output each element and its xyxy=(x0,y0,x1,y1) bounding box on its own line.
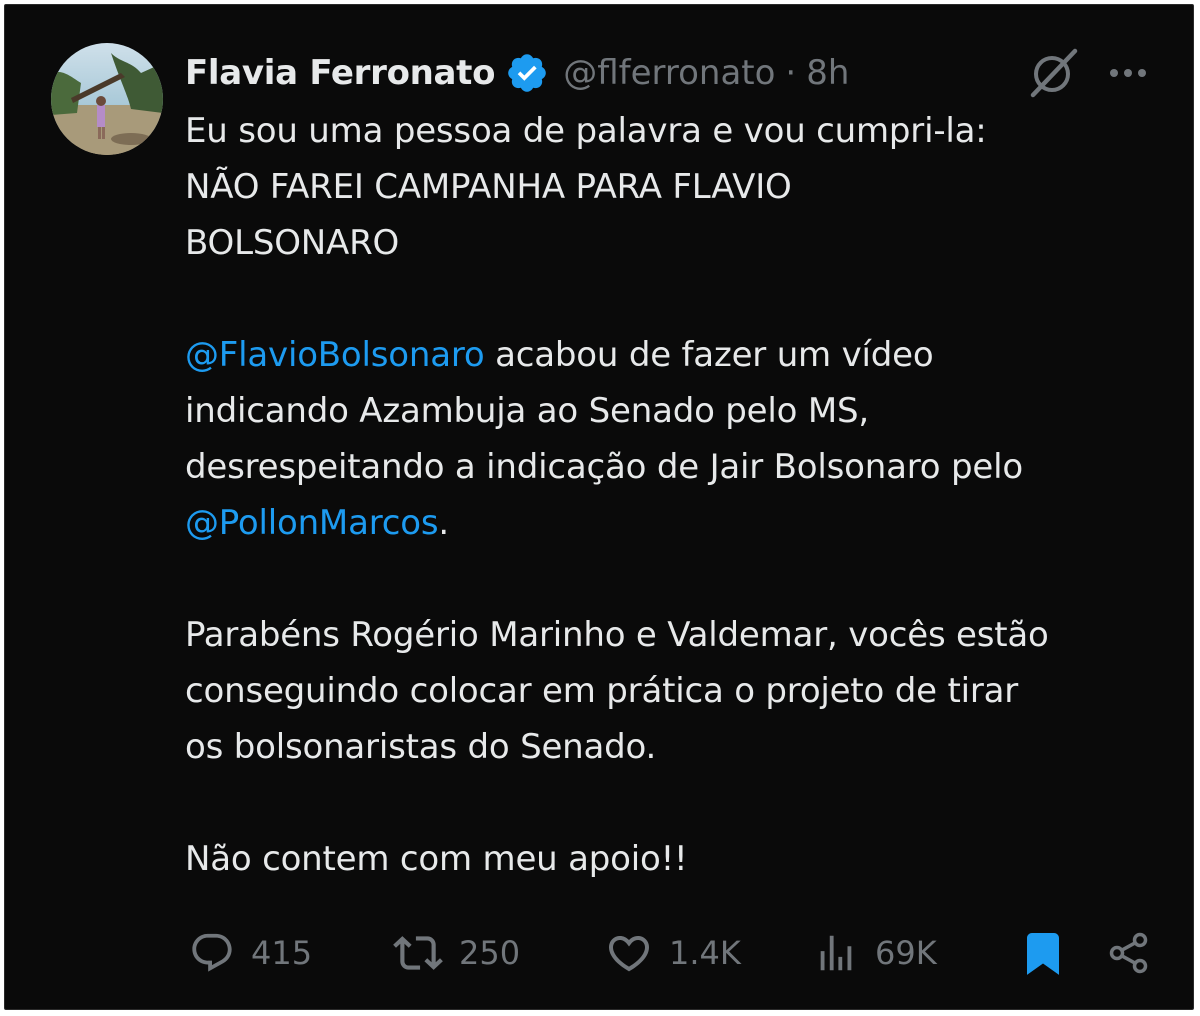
text-line: Parabéns Rogério Marinho e Valdemar, voc… xyxy=(185,615,1049,655)
more-icon[interactable] xyxy=(1105,53,1151,93)
text-line: Não contem com meu apoio!! xyxy=(185,839,688,879)
share-icon xyxy=(1105,929,1153,977)
text-line: indicando Azambuja ao Senado pelo MS, xyxy=(185,391,869,431)
action-bar: 415 250 1.4K 69K xyxy=(185,923,1155,983)
tweet-card: Flavia Ferronato @flferronato · 8h Eu so… xyxy=(4,4,1194,1010)
text-line: @FlavioBolsonaro acabou de fazer um víde… xyxy=(185,327,1170,383)
text-line: BOLSONARO xyxy=(185,223,400,263)
text-span: . xyxy=(438,503,449,543)
paragraph-1: Eu sou uma pessoa de palavra e vou cumpr… xyxy=(185,103,1170,271)
paragraph-4: Não contem com meu apoio!! xyxy=(185,831,1170,887)
grok-icon[interactable] xyxy=(1025,45,1081,101)
view-count: 69K xyxy=(875,934,937,972)
separator-dot: · xyxy=(785,53,797,93)
like-count: 1.4K xyxy=(669,934,741,972)
heart-icon xyxy=(605,929,653,977)
text-line: Eu sou uma pessoa de palavra e vou cumpr… xyxy=(185,111,987,151)
paragraph-2: @FlavioBolsonaro acabou de fazer um víde… xyxy=(185,327,1170,551)
paragraph-3: Parabéns Rogério Marinho e Valdemar, voc… xyxy=(185,607,1170,775)
mention-link[interactable]: @FlavioBolsonaro xyxy=(185,335,485,375)
timestamp[interactable]: 8h xyxy=(806,53,849,93)
tweet-header: Flavia Ferronato @flferronato · 8h xyxy=(185,43,849,103)
tweet-text: Eu sou uma pessoa de palavra e vou cumpr… xyxy=(185,103,1170,887)
text-line: os bolsonaristas do Senado. xyxy=(185,727,657,767)
views-button[interactable]: 69K xyxy=(813,923,937,983)
reply-count: 415 xyxy=(251,934,313,972)
reply-button[interactable]: 415 xyxy=(189,923,312,983)
verified-badge-icon xyxy=(505,51,549,95)
text-span: acabou de fazer um vídeo xyxy=(484,335,934,375)
repost-icon xyxy=(393,928,443,978)
repost-button[interactable]: 250 xyxy=(393,923,520,983)
text-line: desrespeitando a indicação de Jair Bolso… xyxy=(185,447,1023,487)
text-line: @PollonMarcos. xyxy=(185,495,1170,551)
repost-count: 250 xyxy=(459,934,521,972)
author-handle[interactable]: @flferronato xyxy=(563,53,775,93)
views-icon xyxy=(813,930,859,976)
author-name[interactable]: Flavia Ferronato xyxy=(185,53,495,93)
like-button[interactable]: 1.4K xyxy=(605,923,741,983)
bookmark-button[interactable] xyxy=(1019,923,1067,983)
reply-icon xyxy=(189,930,235,976)
mention-link[interactable]: @PollonMarcos xyxy=(185,503,439,543)
text-line: conseguindo colocar em prática o projeto… xyxy=(185,671,1019,711)
avatar[interactable] xyxy=(51,43,163,155)
share-button[interactable] xyxy=(1105,923,1153,983)
text-line: NÃO FAREI CAMPANHA PARA FLAVIO xyxy=(185,167,792,207)
bookmark-icon xyxy=(1019,929,1067,977)
